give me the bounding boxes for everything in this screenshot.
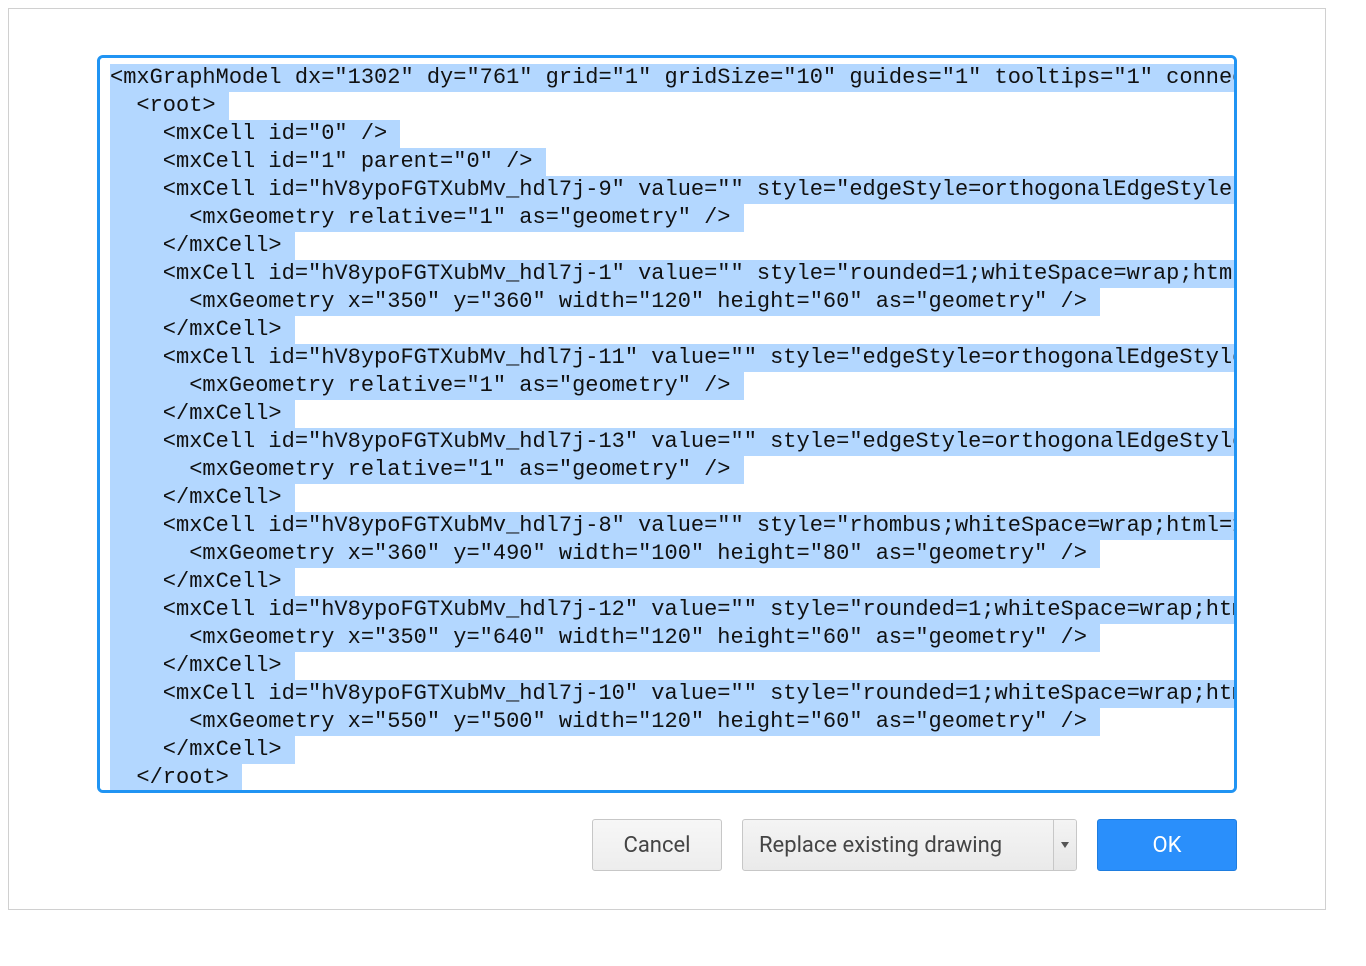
xml-editor-textarea[interactable]	[97, 55, 1237, 793]
dialog-button-row: Cancel Replace existing drawing OK	[97, 819, 1237, 871]
dialog-panel: Cancel Replace existing drawing OK	[8, 8, 1326, 910]
import-mode-select[interactable]: Replace existing drawing	[742, 819, 1077, 871]
import-mode-caret	[1053, 820, 1076, 870]
chevron-down-icon	[1061, 842, 1069, 848]
ok-button[interactable]: OK	[1097, 819, 1237, 871]
import-mode-selected-label: Replace existing drawing	[743, 820, 1053, 870]
xml-editor-container	[97, 55, 1237, 793]
cancel-button[interactable]: Cancel	[592, 819, 722, 871]
